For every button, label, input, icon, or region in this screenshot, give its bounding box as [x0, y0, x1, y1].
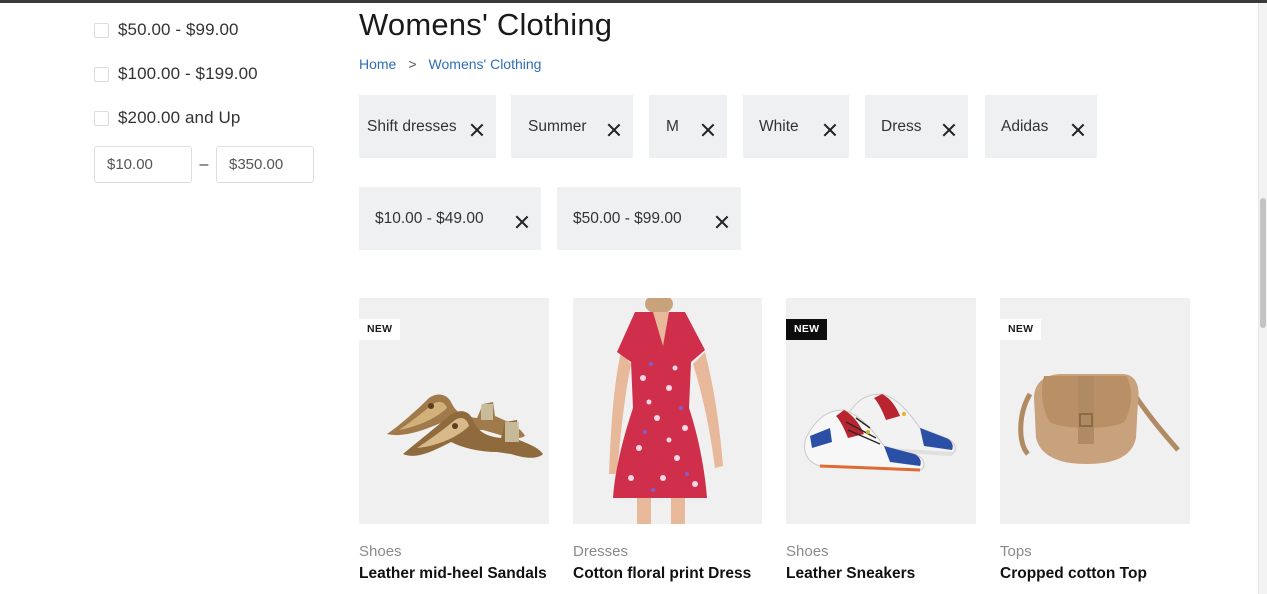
breadcrumb-home-link[interactable]: Home	[359, 56, 396, 72]
product-category: Dresses	[573, 543, 629, 560]
filter-chip-shift-dresses[interactable]: Shift dresses	[359, 95, 496, 158]
filter-chip-label: M	[666, 117, 679, 135]
product-image[interactable]	[573, 298, 762, 524]
new-badge: NEW	[359, 319, 401, 340]
dress-image-icon	[609, 298, 723, 524]
price-option-label: $50.00 - $99.00	[118, 20, 239, 39]
breadcrumb-separator: >	[408, 56, 417, 72]
product-name[interactable]: Cotton floral print Dress	[573, 565, 762, 583]
price-option-50-99[interactable]: $50.00 - $99.00	[94, 20, 239, 40]
breadcrumb: Home > Womens' Clothing	[359, 56, 541, 72]
checkbox[interactable]	[94, 110, 109, 126]
product-card[interactable]: NEW Tops Cropped cotton Top	[1000, 298, 1190, 583]
close-icon[interactable]	[607, 123, 621, 137]
close-icon[interactable]	[942, 123, 956, 137]
top-border	[0, 0, 1267, 3]
product-card[interactable]: Dresses Cotton floral print Dress	[573, 298, 762, 583]
price-option-200-up[interactable]: $200.00 and Up	[94, 108, 240, 128]
close-icon[interactable]	[1071, 123, 1085, 137]
filter-chip-label: $50.00 - $99.00	[573, 209, 682, 227]
product-card[interactable]: NEW Shoes Leather Sneakers	[786, 298, 976, 583]
filter-chip-label: Summer	[528, 117, 587, 135]
page-title: Womens' Clothing	[359, 7, 613, 42]
product-category: Shoes	[359, 543, 402, 560]
price-option-label: $200.00 and Up	[118, 108, 241, 127]
close-icon[interactable]	[470, 123, 484, 137]
filter-chip-white[interactable]: White	[743, 95, 849, 158]
filter-chip-label: $10.00 - $49.00	[375, 209, 484, 227]
product-name[interactable]: Leather mid-heel Sandals	[359, 565, 549, 583]
filter-chip-dress[interactable]: Dress	[865, 95, 968, 158]
filter-chip-price-50-99[interactable]: $50.00 - $99.00	[557, 187, 741, 250]
checkbox[interactable]	[94, 66, 109, 82]
filter-chip-adidas[interactable]: Adidas	[985, 95, 1097, 158]
scrollbar-thumb[interactable]	[1260, 198, 1266, 328]
vertical-scrollbar[interactable]	[1258, 3, 1267, 594]
product-name[interactable]: Leather Sneakers	[786, 565, 976, 583]
close-icon[interactable]	[823, 123, 837, 137]
filter-chip-price-10-49[interactable]: $10.00 - $49.00	[359, 187, 541, 250]
checkbox[interactable]	[94, 22, 109, 38]
price-option-label: $100.00 - $199.00	[118, 64, 258, 83]
close-icon[interactable]	[715, 215, 729, 229]
new-badge: NEW	[786, 319, 828, 340]
product-image[interactable]: NEW	[359, 298, 549, 524]
filter-chip-summer[interactable]: Summer	[511, 95, 633, 158]
price-min-input[interactable]	[94, 146, 192, 183]
price-max-input[interactable]	[216, 146, 314, 183]
product-category: Tops	[1000, 543, 1032, 560]
close-icon[interactable]	[515, 215, 529, 229]
filter-chip-label: Dress	[881, 117, 922, 135]
new-badge: NEW	[1000, 319, 1042, 340]
product-category: Shoes	[786, 543, 829, 560]
breadcrumb-current-link[interactable]: Womens' Clothing	[429, 56, 542, 72]
filter-chip-label: White	[759, 117, 799, 135]
filter-chip-m[interactable]: M	[649, 95, 727, 158]
price-range-inputs: –	[94, 146, 314, 183]
product-image[interactable]: NEW	[1000, 298, 1190, 524]
close-icon[interactable]	[701, 123, 715, 137]
filter-chip-label: Shift dresses	[367, 117, 457, 135]
product-name[interactable]: Cropped cotton Top	[1000, 565, 1190, 583]
product-card[interactable]: NEW Shoes Leather mid-heel Sandals	[359, 298, 549, 583]
range-separator: –	[199, 155, 209, 173]
product-image[interactable]: NEW	[786, 298, 976, 524]
filter-chip-label: Adidas	[1001, 117, 1049, 135]
price-option-100-199[interactable]: $100.00 - $199.00	[94, 64, 258, 84]
